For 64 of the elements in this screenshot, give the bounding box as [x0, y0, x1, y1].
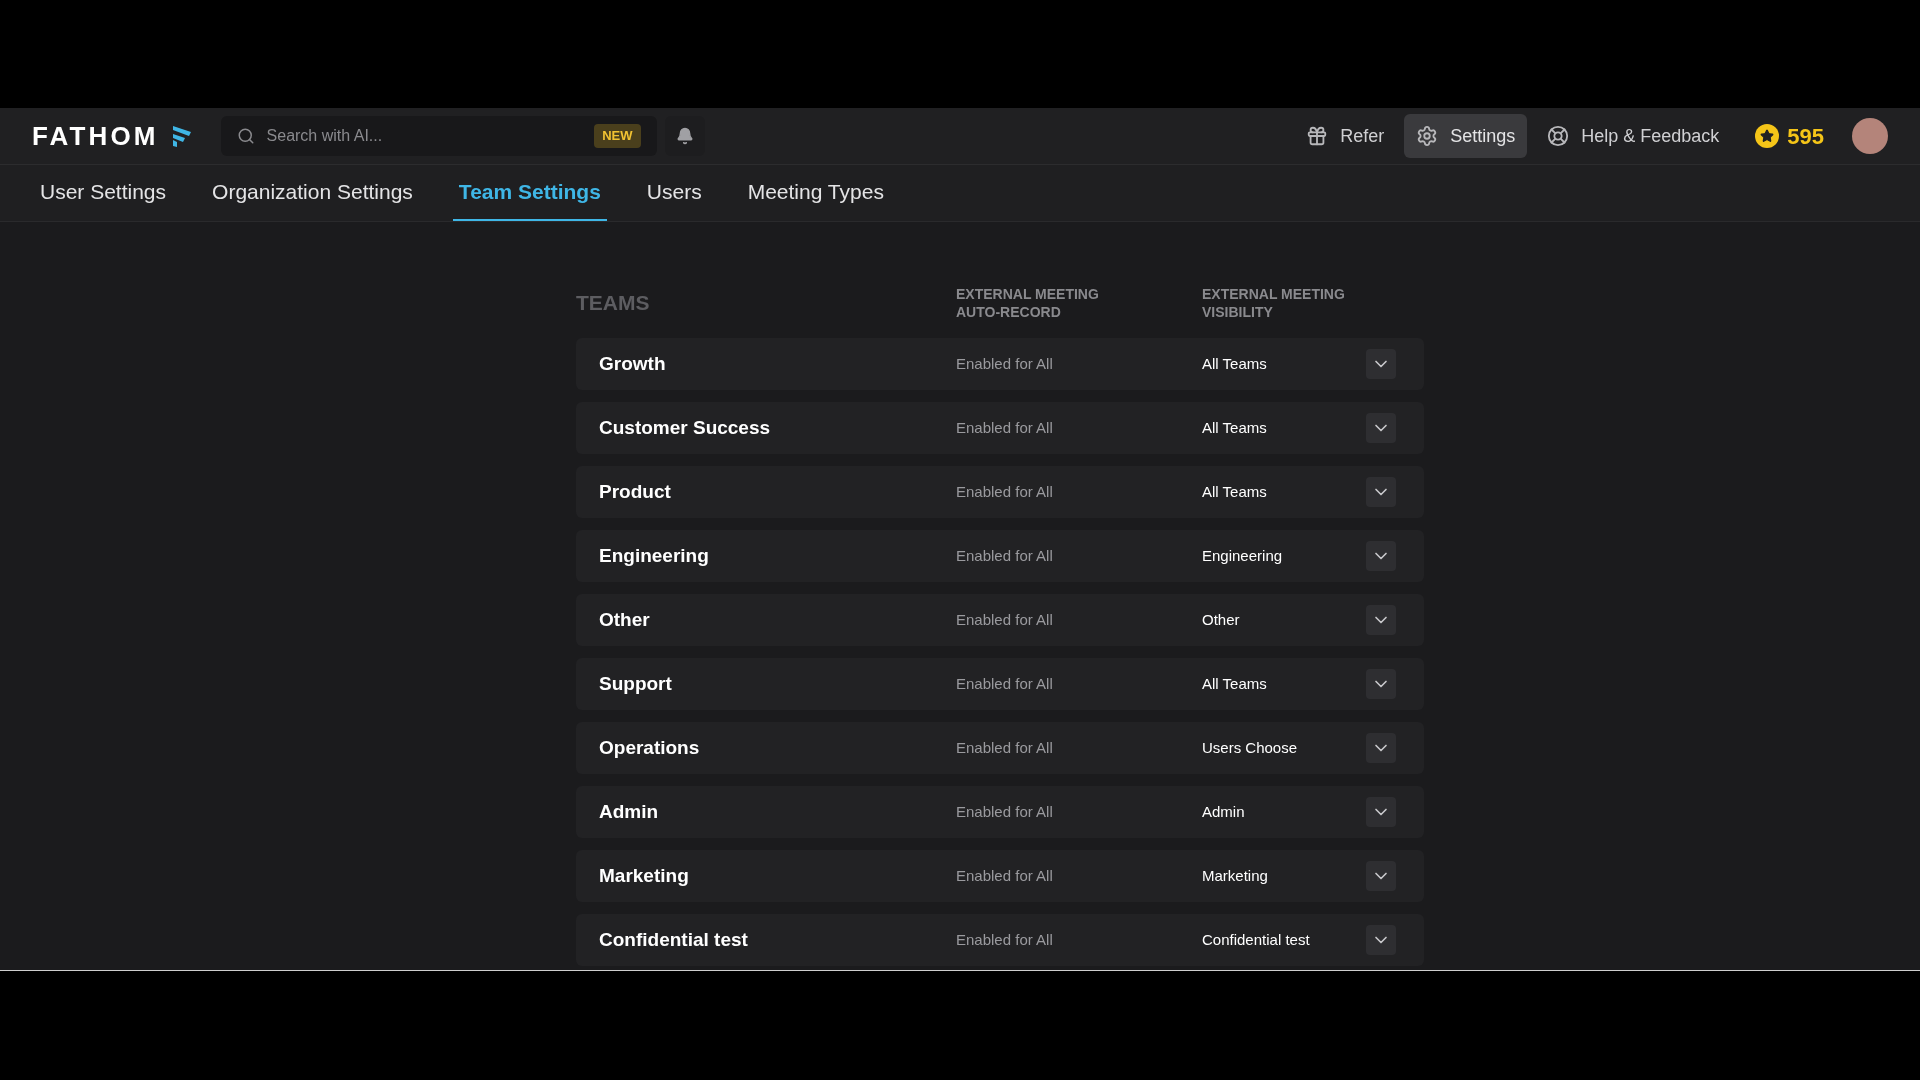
visibility-value: Users Choose — [1202, 737, 1299, 758]
settings-tab[interactable]: Organization Settings — [206, 165, 419, 221]
column-header: EXTERNAL MEETING AUTO-RECORD — [956, 285, 1100, 321]
visibility-value: Admin — [1202, 801, 1246, 822]
new-badge: NEW — [594, 124, 641, 148]
search-input[interactable]: Search with AI... — [266, 124, 583, 148]
settings-tab[interactable]: Users — [640, 165, 708, 221]
avatar[interactable] — [1852, 118, 1888, 154]
team-name: Operations — [599, 735, 701, 760]
settings-tab[interactable]: Meeting Types — [741, 165, 890, 221]
logo[interactable]: FATHOM — [32, 116, 159, 156]
settings-tab[interactable]: User Settings — [34, 165, 173, 221]
auto-record-value: Enabled for All — [956, 737, 1054, 758]
auto-record-value: Enabled for All — [956, 545, 1054, 566]
column-header: TEAMS — [576, 290, 651, 317]
settings-tab[interactable]: Team Settings — [452, 165, 607, 221]
logo-mark-icon — [170, 124, 193, 148]
auto-record-value: Enabled for All — [956, 353, 1054, 374]
points-count: 595 — [1787, 122, 1824, 151]
auto-record-value: Enabled for All — [956, 929, 1054, 950]
lifebuoy-icon — [1547, 125, 1570, 147]
auto-record-value: Enabled for All — [956, 865, 1054, 886]
visibility-value: All Teams — [1202, 353, 1268, 374]
nav-button[interactable]: Refer — [1294, 114, 1397, 158]
team-name: Growth — [599, 351, 667, 376]
team-name: Confidential test — [599, 927, 749, 952]
bell-icon — [675, 127, 694, 145]
visibility-value: All Teams — [1202, 673, 1268, 694]
dropdown-button[interactable] — [1366, 349, 1396, 379]
dropdown-button[interactable] — [1366, 541, 1396, 571]
auto-record-value: Enabled for All — [956, 801, 1054, 822]
search-icon — [236, 127, 255, 145]
visibility-value: All Teams — [1202, 481, 1268, 502]
auto-record-value: Enabled for All — [956, 481, 1054, 502]
settings-icon — [1416, 125, 1439, 147]
nav-button[interactable]: Help & Feedback — [1535, 114, 1732, 158]
visibility-value: Confidential test — [1202, 929, 1311, 950]
auto-record-value: Enabled for All — [956, 417, 1054, 438]
visibility-value: All Teams — [1202, 417, 1268, 438]
dropdown-button[interactable] — [1366, 797, 1396, 827]
auto-record-value: Enabled for All — [956, 609, 1054, 630]
auto-record-value: Enabled for All — [956, 673, 1054, 694]
team-name: Product — [599, 479, 672, 504]
star-coin-icon — [1755, 124, 1780, 148]
dropdown-button[interactable] — [1366, 925, 1396, 955]
visibility-value: Other — [1202, 609, 1241, 630]
gift-icon — [1306, 125, 1329, 147]
dropdown-button[interactable] — [1366, 413, 1396, 443]
search-field[interactable]: Search with AI... NEW — [220, 116, 657, 156]
dropdown-button[interactable] — [1366, 605, 1396, 635]
nav-button[interactable]: Settings — [1404, 114, 1528, 158]
visibility-value: Engineering — [1202, 545, 1284, 566]
team-name: Support — [599, 671, 673, 696]
column-header: EXTERNAL MEETING VISIBILITY — [1202, 285, 1346, 321]
dropdown-button[interactable] — [1366, 669, 1396, 699]
dropdown-button[interactable] — [1366, 861, 1396, 891]
team-name: Other — [599, 607, 651, 632]
team-name: Customer Success — [599, 415, 772, 440]
dropdown-button[interactable] — [1366, 477, 1396, 507]
dropdown-button[interactable] — [1366, 733, 1396, 763]
visibility-value: Marketing — [1202, 865, 1269, 886]
team-name: Marketing — [599, 863, 690, 888]
team-name: Admin — [599, 799, 660, 824]
team-name: Engineering — [599, 543, 710, 568]
